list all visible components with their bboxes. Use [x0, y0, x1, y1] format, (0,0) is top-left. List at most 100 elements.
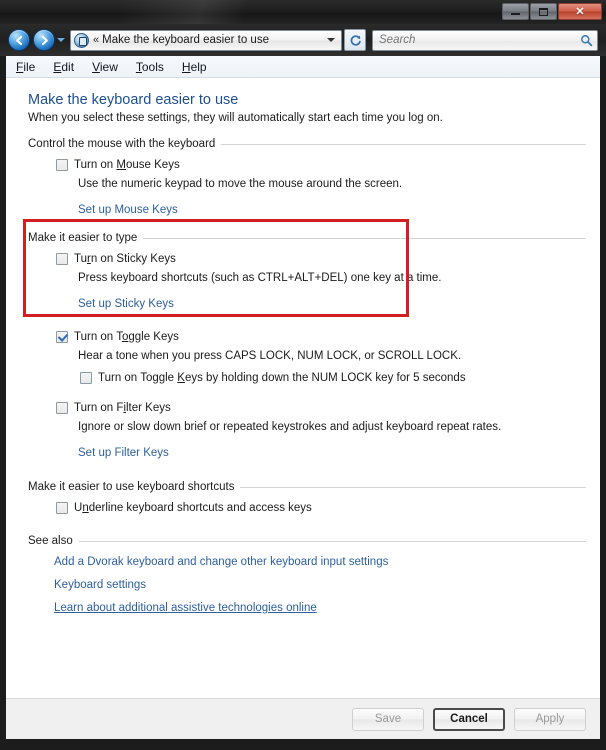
title-bar: ✕	[0, 0, 606, 25]
checkbox-label-filter-keys: Turn on Filter Keys	[74, 401, 171, 415]
menu-item-help[interactable]: Help	[182, 60, 207, 74]
section-heading-label: See also	[28, 535, 73, 547]
label-post: lter Keys	[126, 402, 171, 414]
apply-label: Apply	[535, 713, 565, 725]
checkbox-toggle-keys[interactable]	[56, 331, 68, 343]
menu-item-file[interactable]: File	[16, 60, 35, 74]
back-button[interactable]	[8, 29, 30, 51]
checkbox-row-mouse-keys[interactable]: Turn on Mouse Keys	[56, 158, 586, 172]
label-post: eys by holding down the NUM LOCK key for…	[184, 372, 466, 384]
search-box[interactable]	[372, 29, 598, 51]
menu-item-tools[interactable]: Tools	[136, 60, 164, 74]
menu-bar: File Edit View Tools Help	[6, 56, 600, 78]
checkbox-underline-shortcuts[interactable]	[56, 502, 68, 514]
minimize-icon	[511, 13, 520, 15]
link-set-up-mouse-keys[interactable]: Set up Mouse Keys	[78, 204, 178, 216]
section-heading-label: Make it easier to type	[28, 232, 138, 244]
section-heading-shortcuts: Make it easier to use keyboard shortcuts	[28, 481, 586, 493]
window-controls: ✕	[501, 3, 602, 20]
section-see-also: See also Add a Dvorak keyboard and chang…	[6, 535, 600, 614]
menu-label: dit	[61, 59, 75, 74]
description-filter-keys: Ignore or slow down brief or repeated ke…	[78, 421, 502, 433]
menu-label: ile	[23, 59, 36, 74]
label-accel: M	[116, 159, 126, 171]
history-dropdown-button[interactable]	[55, 38, 67, 42]
section-make-easier-to-type: Make it easier to type Turn on Sticky Ke…	[6, 232, 600, 461]
menu-item-view[interactable]: View	[92, 60, 118, 74]
dialog-footer: Save Cancel Apply	[6, 698, 600, 739]
link-dvorak-keyboard[interactable]: Add a Dvorak keyboard and change other k…	[54, 556, 586, 568]
menu-label: iew	[99, 59, 118, 74]
label-post: ggle Keys	[128, 331, 179, 343]
label-pre: Tu	[74, 253, 87, 265]
refresh-icon	[350, 34, 361, 46]
search-input[interactable]	[379, 34, 580, 46]
menu-label: elp	[190, 59, 207, 74]
back-arrow-icon	[15, 35, 22, 45]
label-post: ouse Keys	[126, 159, 180, 171]
page-subtitle: When you select these settings, they wil…	[28, 112, 443, 124]
refresh-button[interactable]	[344, 29, 366, 51]
maximize-button[interactable]	[530, 3, 557, 20]
menu-label: ools	[141, 59, 164, 74]
link-row-sticky-keys: Set up Sticky Keys	[78, 294, 586, 312]
address-bar[interactable]: « Make the keyboard easier to use	[70, 29, 342, 51]
save-button[interactable]: Save	[352, 707, 424, 731]
forward-arrow-icon	[41, 35, 48, 45]
address-chevron-down-icon[interactable]	[327, 38, 335, 42]
checkbox-sticky-keys[interactable]	[56, 253, 68, 265]
page-title: Make the keyboard easier to use	[28, 92, 239, 108]
link-assistive-technologies[interactable]: Learn about additional assistive technol…	[54, 602, 586, 614]
chevron-down-icon	[57, 38, 65, 42]
menu-item-edit[interactable]: Edit	[53, 60, 74, 74]
section-heading-mouse: Control the mouse with the keyboard	[28, 138, 586, 150]
cancel-button[interactable]: Cancel	[433, 707, 505, 731]
link-set-up-sticky-keys[interactable]: Set up Sticky Keys	[78, 298, 174, 310]
menu-accel: V	[92, 59, 100, 74]
control-panel-icon	[74, 32, 89, 48]
link-row-filter-keys: Set up Filter Keys	[78, 443, 586, 461]
close-button[interactable]: ✕	[558, 3, 602, 20]
section-heading-type: Make it easier to type	[28, 232, 586, 244]
checkbox-toggle-keys-numlock[interactable]	[80, 372, 92, 384]
minimize-button[interactable]	[502, 3, 529, 20]
checkbox-row-toggle-keys-numlock[interactable]: Turn on Toggle Keys by holding down the …	[80, 371, 586, 385]
close-icon: ✕	[575, 5, 585, 18]
section-rule	[240, 486, 586, 488]
section-heading-see-also: See also	[28, 535, 586, 547]
forward-button[interactable]	[33, 29, 55, 51]
label-accel: K	[177, 372, 185, 384]
checkbox-label-toggle-keys: Turn on Toggle Keys	[74, 330, 179, 344]
section-rule	[78, 540, 586, 542]
checkbox-row-filter-keys[interactable]: Turn on Filter Keys	[56, 401, 586, 415]
checkbox-row-underline-shortcuts[interactable]: Underline keyboard shortcuts and access …	[56, 501, 586, 515]
search-icon	[581, 34, 593, 46]
breadcrumb[interactable]: Make the keyboard easier to use	[102, 34, 327, 46]
maximize-icon	[539, 7, 548, 16]
description-toggle-keys: Hear a tone when you press CAPS LOCK, NU…	[78, 350, 462, 362]
label-pre: Turn on F	[74, 402, 124, 414]
save-label: Save	[374, 713, 402, 725]
checkbox-row-sticky-keys[interactable]: Turn on Sticky Keys	[56, 252, 586, 266]
menu-accel: H	[181, 59, 191, 74]
section-keyboard-shortcuts: Make it easier to use keyboard shortcuts…	[6, 481, 600, 515]
section-heading-label: Control the mouse with the keyboard	[28, 138, 216, 150]
label-post: n on Sticky Keys	[90, 253, 176, 265]
breadcrumb-overflow-icon[interactable]: «	[93, 34, 99, 46]
see-also-link-list: Add a Dvorak keyboard and change other k…	[54, 556, 586, 614]
link-row-mouse-keys: Set up Mouse Keys	[78, 200, 586, 218]
section-rule	[143, 237, 586, 239]
cancel-label: Cancel	[450, 713, 488, 725]
apply-button[interactable]: Apply	[514, 707, 586, 731]
checkbox-filter-keys[interactable]	[56, 402, 68, 414]
link-set-up-filter-keys[interactable]: Set up Filter Keys	[78, 447, 169, 459]
navigation-bar: « Make the keyboard easier to use	[0, 24, 606, 56]
section-rule	[221, 143, 586, 145]
description-mouse-keys: Use the numeric keypad to move the mouse…	[78, 178, 403, 190]
checkbox-mouse-keys[interactable]	[56, 159, 68, 171]
link-keyboard-settings[interactable]: Keyboard settings	[54, 579, 586, 591]
content-pane: Make the keyboard easier to use When you…	[6, 78, 600, 698]
section-mouse-keys: Control the mouse with the keyboard Turn…	[6, 138, 600, 218]
checkbox-row-toggle-keys[interactable]: Turn on Toggle Keys	[56, 330, 586, 344]
label-post: derline keyboard shortcuts and access ke…	[88, 502, 312, 514]
